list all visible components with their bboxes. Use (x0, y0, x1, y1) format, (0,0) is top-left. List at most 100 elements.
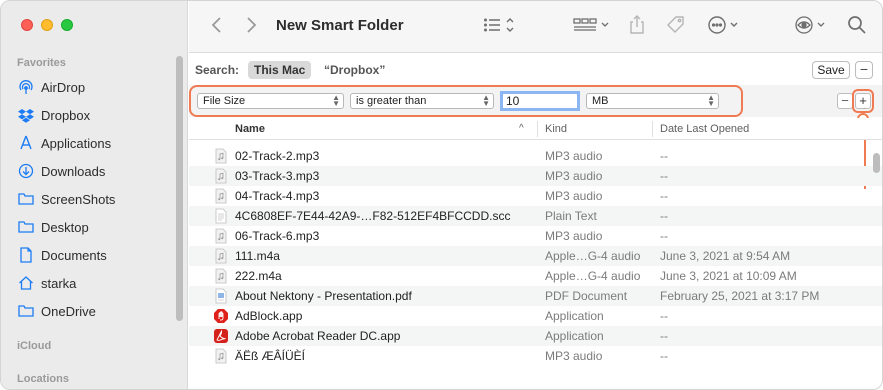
table-row[interactable]: AdBlock.app Application -- (189, 306, 882, 326)
table-row[interactable]: ÄËß ÆÂÍÜÈÍ MP3 audio -- (189, 346, 882, 366)
remove-search-button[interactable]: − (855, 61, 873, 79)
file-date-last-opened: -- (660, 349, 668, 363)
attribute-popup[interactable]: File Size ▲ ▼ (197, 93, 344, 109)
icloud-section-title: iCloud (17, 340, 52, 352)
file-name: Adobe Acrobat Reader DC.app (235, 329, 401, 343)
table-row[interactable]: 06-Track-6.mp3 MP3 audio -- (189, 226, 882, 246)
acrobat-app-icon (213, 328, 229, 344)
table-row[interactable]: 03-Track-3.mp3 MP3 audio -- (189, 166, 882, 186)
table-row[interactable]: 111.m4a Apple…G-4 audio June 3, 2021 at 9:… (189, 246, 882, 266)
zoom-window-button[interactable] (61, 19, 73, 31)
operator-value: is greater than (356, 95, 427, 107)
file-date-last-opened: February 25, 2021 at 3:17 PM (660, 289, 820, 303)
column-date-header[interactable]: Date Last Opened (660, 123, 749, 135)
column-name-header[interactable]: Name (235, 123, 265, 135)
folder-icon (17, 218, 35, 236)
scope-dropbox-button[interactable]: “Dropbox” (324, 63, 385, 77)
list-view-icon[interactable] (483, 15, 517, 35)
sidebar: Favorites AirDrop Dropbox Applications D… (1, 1, 188, 389)
dropbox-icon (17, 106, 35, 124)
forward-icon[interactable] (241, 15, 261, 35)
search-scope-bar: Search: This Mac “Dropbox” Save − (189, 57, 882, 83)
save-button[interactable]: Save (812, 61, 850, 79)
sidebar-item-desktop[interactable]: Desktop (1, 213, 188, 241)
sidebar-item-onedrive[interactable]: OneDrive (1, 297, 188, 325)
size-value-field[interactable]: 10 (500, 91, 580, 111)
finder-window: Favorites AirDrop Dropbox Applications D… (0, 0, 883, 390)
file-date-last-opened: -- (660, 329, 668, 343)
favorites-section-title: Favorites (17, 57, 66, 69)
table-row[interactable]: 4C6808EF-7E44-42A9-…F82-512EF4BFCCDD.scc… (189, 206, 882, 226)
text-file-icon (213, 208, 229, 224)
file-kind: MP3 audio (545, 229, 603, 243)
sidebar-item-documents[interactable]: Documents (1, 241, 188, 269)
preview-eye-icon[interactable] (794, 15, 830, 35)
table-row[interactable]: 222.m4a Apple…G-4 audio June 3, 2021 at 10… (189, 266, 882, 286)
operator-popup[interactable]: is greater than ▲ ▼ (350, 93, 494, 109)
home-icon (17, 274, 35, 292)
sidebar-item-label: AirDrop (41, 79, 86, 95)
file-name: 111.m4a (235, 249, 280, 263)
file-list: Name ^ Kind Date Last Opened 02-Track-2.… (189, 118, 882, 389)
sidebar-item-screenshots[interactable]: ScreenShots (1, 185, 188, 213)
scope-this-mac-button[interactable]: This Mac (248, 61, 312, 79)
file-kind: PDF Document (545, 289, 628, 303)
unit-popup[interactable]: MB ▲ ▼ (586, 93, 719, 109)
sidebar-item-applications[interactable]: Applications (1, 129, 188, 157)
sidebar-item-downloads[interactable]: Downloads (1, 157, 188, 185)
column-header-row: Name ^ Kind Date Last Opened (189, 118, 882, 140)
file-name: 03-Track-3.mp3 (235, 169, 320, 183)
file-name: 02-Track-2.mp3 (235, 149, 320, 163)
sidebar-item-label: Desktop (41, 219, 89, 235)
search-label: Search: (195, 63, 240, 77)
file-kind: MP3 audio (545, 349, 603, 363)
attribute-value: File Size (203, 95, 246, 107)
column-divider (652, 121, 653, 137)
file-kind: Application (545, 309, 604, 323)
sidebar-item-label: Dropbox (41, 107, 91, 123)
adblock-app-icon (213, 308, 229, 324)
list-scrollbar[interactable] (873, 153, 880, 173)
file-name: 04-Track-4.mp3 (235, 189, 320, 203)
table-row[interactable]: Adobe Acrobat Reader DC.app Application -- (189, 326, 882, 346)
file-date-last-opened: -- (660, 209, 668, 223)
sidebar-item-label: Documents (41, 247, 107, 263)
file-name: ÄËß ÆÂÍÜÈÍ (235, 349, 306, 363)
sidebar-scrollbar[interactable] (176, 56, 183, 321)
table-row[interactable]: 02-Track-2.mp3 MP3 audio -- (189, 146, 882, 166)
audio-file-icon (213, 348, 229, 364)
group-by-icon[interactable] (573, 15, 613, 35)
file-kind: Plain Text (545, 209, 597, 223)
locations-section-title: Locations (17, 373, 69, 385)
file-name: About Nektony - Presentation.pdf (235, 289, 412, 303)
updown-chevron-icon: ▲ ▼ (332, 93, 340, 108)
more-actions-icon[interactable] (707, 15, 743, 35)
sidebar-item-label: starka (41, 275, 77, 291)
folder-icon (17, 302, 35, 320)
table-row[interactable]: About Nektony - Presentation.pdf PDF Docu… (189, 286, 882, 306)
sidebar-item-starka[interactable]: starka (1, 269, 188, 297)
sidebar-item-label: Downloads (41, 163, 106, 179)
window-controls (21, 19, 73, 31)
file-date-last-opened: -- (660, 229, 668, 243)
sidebar-item-label: Applications (41, 135, 112, 151)
sidebar-item-airdrop[interactable]: AirDrop (1, 73, 188, 101)
sidebar-item-dropbox[interactable]: Dropbox (1, 101, 188, 129)
column-kind-header[interactable]: Kind (545, 123, 567, 135)
share-icon[interactable] (627, 15, 647, 35)
applications-icon (17, 134, 35, 152)
close-window-button[interactable] (21, 19, 33, 31)
file-date-last-opened: June 3, 2021 at 9:54 AM (660, 249, 791, 263)
airdrop-icon (17, 78, 35, 96)
search-icon[interactable] (847, 15, 867, 35)
audio-file-icon (213, 168, 229, 184)
file-kind: MP3 audio (545, 149, 603, 163)
add-criteria-button[interactable]: + (855, 93, 871, 109)
minimize-window-button[interactable] (41, 19, 53, 31)
remove-criteria-button[interactable]: − (837, 93, 853, 109)
downloads-icon (17, 162, 35, 180)
tag-icon[interactable] (666, 15, 686, 35)
file-date-last-opened: -- (660, 149, 668, 163)
table-row[interactable]: 04-Track-4.mp3 MP3 audio -- (189, 186, 882, 206)
back-icon[interactable] (207, 15, 227, 35)
